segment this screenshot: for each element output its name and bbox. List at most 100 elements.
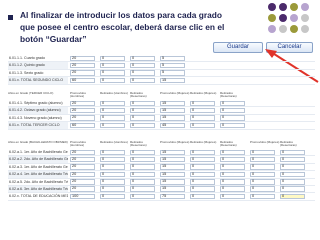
value-input[interactable]: 0: [250, 186, 275, 193]
value-input[interactable]: 0: [100, 122, 125, 129]
value-input[interactable]: 20: [70, 55, 95, 62]
value-input[interactable]: 20: [70, 164, 95, 170]
value-input[interactable]: 0: [190, 164, 215, 170]
value-input[interactable]: 60: [70, 122, 95, 129]
value-input[interactable]: 0: [100, 164, 125, 170]
value-input[interactable]: 45: [160, 122, 185, 129]
form-screenshot: Guardar Cancelar 6.01.1.1. Cuarto grado 2…: [8, 42, 319, 238]
value-input[interactable]: 0: [100, 186, 125, 193]
value-input[interactable]: 0: [130, 70, 155, 76]
value-input[interactable]: 0: [190, 171, 215, 178]
value-input[interactable]: 0: [100, 62, 125, 69]
value-input[interactable]: 20: [70, 171, 95, 178]
column-header: Retirados (Hombres): [100, 140, 128, 144]
value-input[interactable]: 0: [130, 171, 155, 178]
value-input[interactable]: 0: [220, 164, 245, 170]
value-input[interactable]: 20: [70, 186, 95, 193]
value-input[interactable]: 0: [220, 193, 245, 200]
value-input[interactable]: 0: [250, 171, 275, 178]
value-input[interactable]: 0: [100, 156, 125, 163]
value-input[interactable]: 0: [250, 179, 275, 185]
value-input[interactable]: 0: [280, 149, 305, 156]
value-input[interactable]: 0: [280, 186, 305, 193]
value-input[interactable]: 0: [100, 70, 125, 76]
value-input[interactable]: 0: [100, 55, 125, 62]
value-input[interactable]: 0: [100, 107, 125, 114]
value-input[interactable]: 60: [70, 77, 95, 84]
value-input[interactable]: 0: [190, 149, 215, 156]
value-input[interactable]: 15: [160, 77, 185, 84]
value-input[interactable]: 0: [280, 164, 305, 170]
value-input[interactable]: 20: [70, 107, 95, 114]
value-input[interactable]: 5: [160, 55, 185, 62]
value-input[interactable]: 0: [220, 156, 245, 163]
value-input[interactable]: 15: [160, 171, 185, 178]
value-input[interactable]: 0: [130, 107, 155, 114]
value-input[interactable]: 0: [190, 186, 215, 193]
value-input[interactable]: 0: [250, 149, 275, 156]
value-input[interactable]: 0: [190, 156, 215, 163]
value-input[interactable]: 0: [220, 186, 245, 193]
value-input[interactable]: 20: [70, 100, 95, 107]
value-input[interactable]: 0: [190, 107, 215, 114]
value-input[interactable]: 20: [70, 179, 95, 185]
value-input[interactable]: 0: [190, 179, 215, 185]
value-input[interactable]: 0: [250, 156, 275, 163]
value-input[interactable]: 0: [220, 171, 245, 178]
value-input[interactable]: 0: [190, 100, 215, 107]
value-input[interactable]: 0: [190, 122, 215, 129]
value-input[interactable]: 0: [130, 100, 155, 107]
value-input[interactable]: 0: [100, 193, 125, 200]
save-button[interactable]: Guardar: [213, 42, 263, 53]
value-input[interactable]: 0: [130, 179, 155, 185]
value-input[interactable]: 20: [70, 70, 95, 76]
value-input[interactable]: 0: [250, 164, 275, 170]
value-input[interactable]: 0: [130, 122, 155, 129]
value-input[interactable]: 15: [160, 156, 185, 163]
value-input[interactable]: 20: [70, 156, 95, 163]
value-input[interactable]: 0: [220, 107, 245, 114]
value-input[interactable]: 0: [100, 179, 125, 185]
value-input[interactable]: 15: [160, 164, 185, 170]
value-input[interactable]: 0: [130, 55, 155, 62]
value-input[interactable]: 0: [220, 115, 245, 121]
value-input[interactable]: 0: [130, 149, 155, 156]
value-input[interactable]: 20: [70, 62, 95, 69]
value-input[interactable]: 0: [220, 179, 245, 185]
value-input[interactable]: 0: [130, 186, 155, 193]
value-input[interactable]: 0: [130, 115, 155, 121]
value-input[interactable]: 0: [280, 171, 305, 178]
value-input[interactable]: 5: [160, 62, 185, 69]
value-input[interactable]: 15: [160, 100, 185, 107]
value-input[interactable]: 100: [70, 193, 95, 200]
value-input[interactable]: 0: [100, 115, 125, 121]
value-input[interactable]: 0: [220, 100, 245, 107]
value-input[interactable]: 0: [130, 62, 155, 69]
value-input[interactable]: 20: [70, 115, 95, 121]
value-input[interactable]: 0: [280, 193, 305, 200]
value-input[interactable]: 0: [130, 77, 155, 84]
value-input[interactable]: 15: [160, 149, 185, 156]
value-input[interactable]: 15: [160, 107, 185, 114]
value-input[interactable]: 0: [100, 171, 125, 178]
value-input[interactable]: 0: [190, 193, 215, 200]
value-input[interactable]: 5: [160, 70, 185, 76]
value-input[interactable]: 0: [130, 164, 155, 170]
value-input[interactable]: 0: [130, 193, 155, 200]
value-input[interactable]: 0: [280, 179, 305, 185]
value-input[interactable]: 75: [160, 193, 185, 200]
value-input[interactable]: 0: [220, 122, 245, 129]
media-section-label: Años en Grado (BACHILLERATO OBJ/MED): [8, 140, 68, 144]
value-input[interactable]: 15: [160, 179, 185, 185]
value-input[interactable]: 0: [130, 156, 155, 163]
value-input[interactable]: 0: [100, 100, 125, 107]
value-input[interactable]: 0: [100, 149, 125, 156]
value-input[interactable]: 15: [160, 186, 185, 193]
value-input[interactable]: 0: [190, 115, 215, 121]
value-input[interactable]: 0: [220, 149, 245, 156]
value-input[interactable]: 15: [160, 115, 185, 121]
value-input[interactable]: 0: [100, 77, 125, 84]
value-input[interactable]: 0: [280, 156, 305, 163]
value-input[interactable]: 20: [70, 149, 95, 156]
value-input[interactable]: 0: [250, 193, 275, 200]
